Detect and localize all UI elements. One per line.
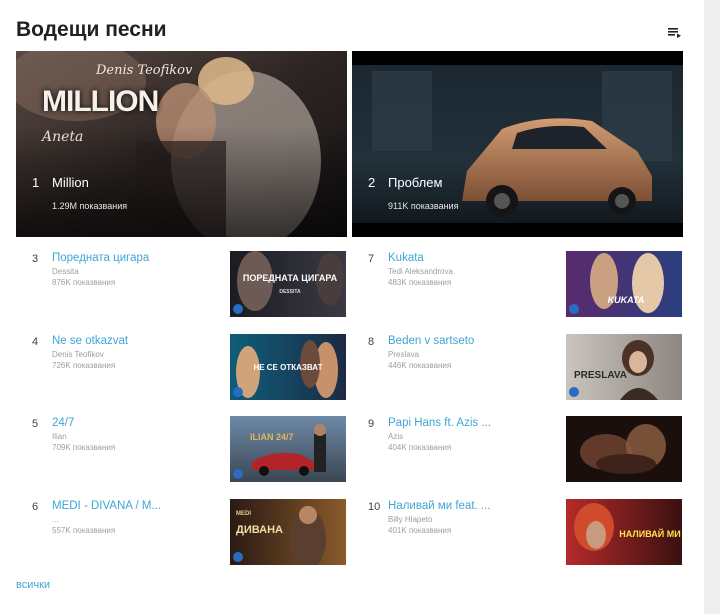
song-artist: Azis — [388, 432, 404, 441]
page-scroll-gutter — [704, 0, 720, 614]
song-views: 483K показвания — [388, 278, 452, 287]
song-thumbnail[interactable]: PRESLAVA — [566, 334, 682, 400]
featured-title: Проблем — [388, 175, 443, 190]
song-title-link[interactable]: Наливай ми feat. ... — [388, 500, 491, 512]
song-rank: 6 — [32, 501, 39, 513]
song-thumbnail[interactable] — [566, 416, 682, 482]
section-title: Водещи песни — [16, 18, 167, 41]
song-views: 709K показвания — [52, 443, 116, 452]
song-thumbnail[interactable]: НАЛИВАЙ МИ — [566, 499, 682, 565]
thumb-caption: НЕ СЕ ОТКАЗВАТ — [253, 363, 322, 372]
featured-overlay-artist: Denis Teofikov — [96, 63, 193, 78]
list-item: 6 MEDI - DIVANA / M... ... 557K показван… — [16, 499, 347, 566]
song-artist: Tedi Aleksandrova — [388, 267, 453, 276]
thumb-caption: PRESLAVA — [574, 370, 627, 381]
song-title-link[interactable]: Kukata — [388, 252, 424, 264]
song-artist: Billy Hlapeto — [388, 515, 433, 524]
song-artist: Dessita — [52, 267, 79, 276]
song-rank: 3 — [32, 253, 39, 265]
song-artist: Preslava — [388, 350, 420, 359]
view-all-link[interactable]: всички — [16, 579, 50, 591]
list-item: 5 24/7 Ilian 709K показвания ILIAN 24/7 — [16, 416, 347, 483]
thumb-caption: ILIAN 24/7 — [250, 432, 294, 442]
song-thumbnail[interactable]: ILIAN 24/7 — [230, 416, 346, 482]
featured-title: Million — [52, 175, 89, 190]
song-views: 876K показвания — [52, 278, 116, 287]
song-views: 401K показвания — [388, 526, 452, 535]
song-artist: Denis Teofikov — [52, 350, 104, 359]
featured-views: 1.29M показвания — [52, 201, 128, 211]
thumb-subcaption: MEDI — [236, 511, 251, 517]
thumb-subcaption: DESSITA — [279, 289, 301, 295]
song-views: 404K показвания — [388, 443, 452, 452]
thumb-caption: НАЛИВАЙ МИ — [619, 528, 680, 539]
song-title-link[interactable]: Beden v sartseto — [388, 335, 474, 347]
thumb-caption: ПОРЕДНАТА ЦИГАРА — [243, 273, 338, 283]
song-title-link[interactable]: Ne se otkazvat — [52, 335, 128, 347]
list-item: 7 Kukata Tedi Aleksandrova 483K показван… — [352, 251, 683, 318]
featured-song-1[interactable]: Denis Teofikov MILLION Aneta 1 Million 1… — [16, 51, 347, 237]
song-thumbnail[interactable]: KUKATA — [566, 251, 682, 317]
list-item: 8 Beden v sartseto Preslava 446K показва… — [352, 334, 683, 401]
featured-overlay-title: MILLION — [42, 85, 159, 118]
song-views: 446K показвания — [388, 361, 452, 370]
list-item: 3 Поредната цигара Dessita 876K показван… — [16, 251, 347, 318]
list-item: 4 Ne se otkazvat Denis Teofikov 726K пок… — [16, 334, 347, 401]
song-rank: 7 — [368, 253, 375, 265]
song-rank: 5 — [32, 418, 39, 430]
featured-views: 911K показвания — [388, 201, 459, 211]
song-rank: 9 — [368, 418, 375, 430]
list-item: 10 Наливай ми feat. ... Billy Hlapeto 40… — [352, 499, 683, 566]
song-thumbnail[interactable]: ПОРЕДНАТА ЦИГАРА DESSITA — [230, 251, 346, 317]
song-title-link[interactable]: Papi Hans ft. Azis ... — [388, 417, 491, 429]
song-artist: ... — [52, 515, 59, 524]
featured-song-2[interactable]: 2 Проблем 911K показвания — [352, 51, 683, 237]
song-artist: Ilian — [52, 432, 67, 441]
song-rank: 8 — [368, 336, 375, 348]
song-views: 557K показвания — [52, 526, 116, 535]
song-title-link[interactable]: Поредната цигара — [52, 252, 149, 264]
featured-rank: 1 — [32, 175, 40, 190]
song-title-link[interactable]: 24/7 — [52, 417, 74, 429]
song-rank: 4 — [32, 336, 39, 348]
thumb-caption: KUKATA — [608, 295, 645, 305]
song-thumbnail[interactable]: MEDI ДИВАНА — [230, 499, 346, 565]
featured-overlay-feat: Aneta — [42, 129, 84, 145]
song-views: 726K показвания — [52, 361, 116, 370]
song-rank: 10 — [368, 501, 381, 513]
song-title-link[interactable]: MEDI - DIVANA / M... — [52, 500, 161, 512]
playlist-icon[interactable] — [664, 24, 684, 40]
list-item: 9 Papi Hans ft. Azis ... Azis 404K показ… — [352, 416, 683, 483]
featured-rank: 2 — [368, 175, 376, 190]
song-thumbnail[interactable]: НЕ СЕ ОТКАЗВАТ — [230, 334, 346, 400]
thumb-caption: ДИВАНА — [236, 524, 283, 536]
